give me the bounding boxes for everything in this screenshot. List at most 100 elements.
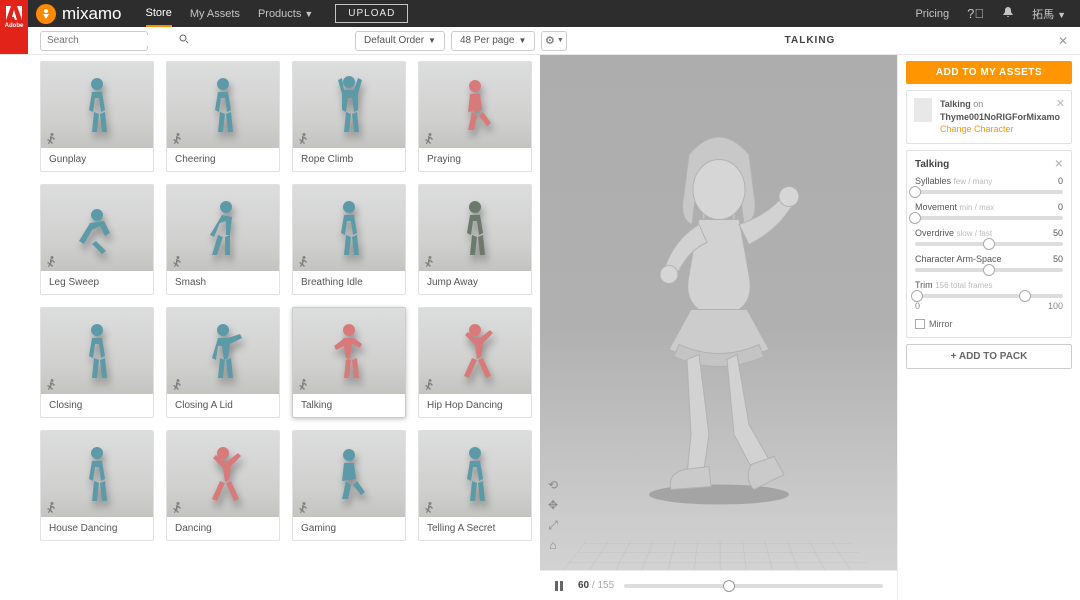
pan-icon[interactable]: ✥ — [546, 498, 560, 512]
search-box[interactable] — [40, 31, 148, 51]
card-thumb — [167, 308, 279, 394]
running-icon — [423, 378, 435, 390]
card-thumb — [293, 62, 405, 148]
running-icon — [45, 132, 57, 144]
brand-logo-icon[interactable] — [36, 4, 56, 24]
running-icon — [297, 501, 309, 513]
brand-name[interactable]: mixamo — [62, 4, 122, 24]
running-icon — [297, 378, 309, 390]
card-thumb — [293, 308, 405, 394]
help-icon[interactable]: ?⃝ — [967, 6, 984, 21]
param-slider[interactable] — [915, 268, 1063, 272]
add-to-pack-button[interactable]: + ADD TO PACK — [906, 344, 1072, 369]
zoom-icon[interactable]: ⤢ — [546, 518, 560, 532]
card-label: Talking — [293, 394, 405, 417]
add-to-assets-button[interactable]: ADD TO MY ASSETS — [906, 61, 1072, 84]
card-label: Closing A Lid — [167, 394, 279, 417]
nav-user[interactable]: 拓馬▼ — [1032, 0, 1066, 28]
slider-thumb[interactable] — [909, 186, 921, 198]
home-icon[interactable]: ⌂ — [546, 538, 560, 552]
timeline-slider[interactable] — [624, 584, 883, 588]
close-character-button[interactable]: ✕ — [1056, 97, 1065, 110]
running-icon — [171, 378, 183, 390]
param-slider[interactable] — [915, 190, 1063, 194]
animation-card[interactable]: Cheering — [166, 61, 280, 172]
slider-thumb[interactable] — [909, 212, 921, 224]
param-slider[interactable] — [915, 216, 1063, 220]
mannequin-icon — [72, 437, 122, 512]
trim-start-thumb[interactable] — [911, 290, 923, 302]
param-slider[interactable] — [915, 242, 1063, 246]
animation-card[interactable]: Closing — [40, 307, 154, 418]
slider-thumb[interactable] — [983, 238, 995, 250]
checkbox-icon — [915, 319, 925, 329]
animation-card[interactable]: House Dancing — [40, 430, 154, 541]
mannequin-icon — [72, 314, 122, 389]
card-thumb — [419, 308, 531, 394]
animation-card[interactable]: Dancing — [166, 430, 280, 541]
bell-icon[interactable] — [1002, 6, 1014, 21]
sort-dropdown[interactable]: Default Order▼ — [355, 31, 445, 51]
animation-card[interactable]: Telling A Secret — [418, 430, 532, 541]
upload-button[interactable]: UPLOAD — [335, 4, 408, 23]
caret-down-icon: ▼ — [518, 36, 526, 45]
gear-icon: ⚙ — [545, 34, 555, 47]
animation-card[interactable]: Rope Climb — [292, 61, 406, 172]
asset-character: Thyme001NoRIGForMixamo — [940, 112, 1060, 122]
caret-down-icon: ▼ — [1057, 10, 1066, 20]
animation-card[interactable]: Closing A Lid — [166, 307, 280, 418]
mannequin-icon — [324, 437, 374, 512]
nav-store[interactable]: Store — [146, 1, 172, 27]
card-label: House Dancing — [41, 517, 153, 540]
trim-slider[interactable] — [915, 294, 1063, 298]
card-thumb — [293, 185, 405, 271]
running-icon — [423, 501, 435, 513]
nav-my-assets[interactable]: My Assets — [190, 2, 240, 26]
animation-card[interactable]: Talking — [292, 307, 406, 418]
playbar: 60 / 155 — [540, 570, 897, 600]
close-panel-button[interactable]: ✕ — [1058, 34, 1068, 48]
card-label: Closing — [41, 394, 153, 417]
change-character-link[interactable]: Change Character — [940, 123, 1064, 136]
card-label: Breathing Idle — [293, 271, 405, 294]
settings-button[interactable]: ⚙▼ — [541, 31, 567, 51]
animation-card[interactable]: Praying — [418, 61, 532, 172]
close-params-button[interactable]: ✕ — [1055, 159, 1063, 170]
slider-thumb[interactable] — [983, 264, 995, 276]
search-icon[interactable] — [179, 34, 189, 47]
animation-card[interactable]: Gunplay — [40, 61, 154, 172]
mannequin-icon — [324, 314, 374, 389]
params-title: Talking — [915, 159, 949, 170]
nav-pricing[interactable]: Pricing — [915, 2, 949, 26]
trim-end-thumb[interactable] — [1019, 290, 1031, 302]
card-label: Jump Away — [419, 271, 531, 294]
card-thumb — [167, 431, 279, 517]
running-icon — [45, 255, 57, 267]
perpage-dropdown[interactable]: 48 Per page▼ — [451, 31, 535, 51]
orbit-icon[interactable]: ⟲ — [546, 478, 560, 492]
adobe-badge[interactable]: Adobe — [0, 0, 28, 54]
animation-grid-scroll[interactable]: Gunplay Cheering Rope Climb Praying Leg … — [0, 55, 540, 600]
animation-card[interactable]: Gaming — [292, 430, 406, 541]
search-input[interactable] — [47, 35, 179, 46]
card-label: Telling A Secret — [419, 517, 531, 540]
timeline-thumb[interactable] — [723, 580, 735, 592]
animation-card[interactable]: Leg Sweep — [40, 184, 154, 295]
pause-button[interactable] — [554, 579, 568, 593]
animation-card[interactable]: Jump Away — [418, 184, 532, 295]
nav-products[interactable]: Products▼ — [258, 2, 313, 26]
running-icon — [171, 132, 183, 144]
viewport-controls: ⟲ ✥ ⤢ ⌂ — [546, 478, 560, 552]
preview-viewport[interactable]: ⟲ ✥ ⤢ ⌂ 60 / 155 — [540, 55, 897, 600]
character-box: Talking on Thyme001NoRIGForMixamo Change… — [906, 90, 1072, 144]
animation-card[interactable]: Breathing Idle — [292, 184, 406, 295]
card-thumb — [419, 62, 531, 148]
adobe-label: Adobe — [5, 23, 24, 29]
animation-card[interactable]: Hip Hop Dancing — [418, 307, 532, 418]
caret-down-icon: ▼ — [557, 37, 564, 44]
mirror-checkbox[interactable]: Mirror — [915, 319, 1063, 329]
animation-card[interactable]: Smash — [166, 184, 280, 295]
mannequin-icon — [450, 314, 500, 389]
card-thumb — [41, 62, 153, 148]
right-panel: ADD TO MY ASSETS Talking on Thyme001NoRI… — [897, 55, 1080, 600]
